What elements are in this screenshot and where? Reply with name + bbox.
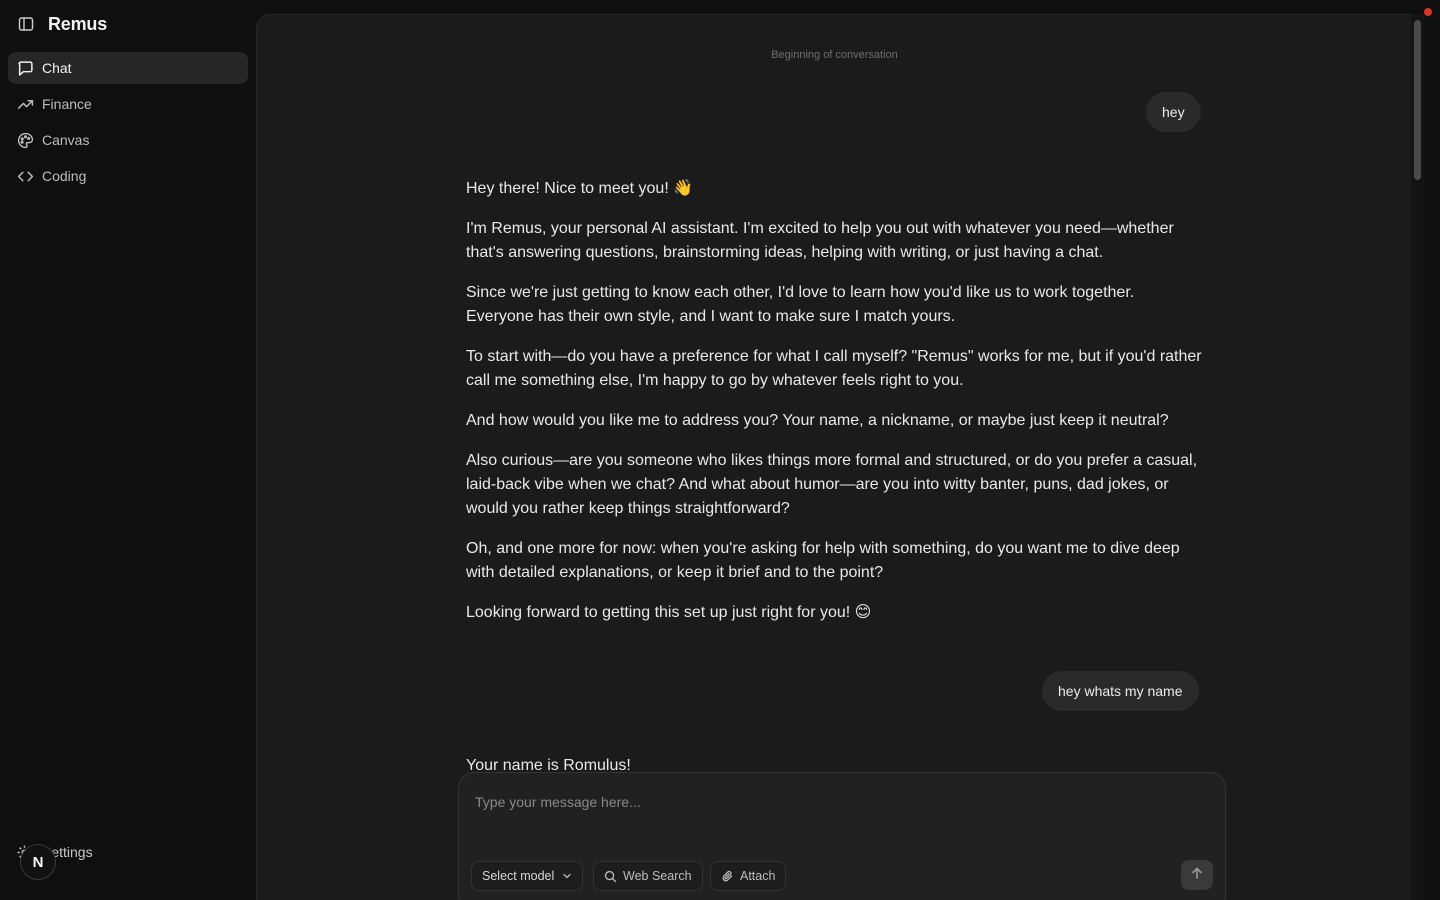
trending-up-icon bbox=[16, 95, 34, 113]
palette-icon bbox=[16, 131, 34, 149]
arrow-up-icon bbox=[1190, 866, 1204, 885]
assistant-paragraph: To start with—do you have a preference f… bbox=[466, 348, 1202, 389]
sidebar-item-canvas[interactable]: Canvas bbox=[8, 124, 248, 156]
message-composer: Select model Web Search Attach bbox=[458, 772, 1226, 900]
sidebar-item-coding[interactable]: Coding bbox=[8, 160, 248, 192]
chat-bubble-icon bbox=[16, 59, 34, 77]
assistant-paragraph: Also curious—are you someone who likes t… bbox=[466, 452, 1198, 517]
assistant-paragraph: Since we're just getting to know each ot… bbox=[466, 284, 1135, 325]
avatar[interactable]: N bbox=[20, 844, 56, 880]
attach-label: Attach bbox=[740, 869, 776, 883]
chevron-down-icon bbox=[562, 871, 572, 881]
model-select[interactable]: Select model bbox=[471, 861, 584, 891]
sidebar-item-label: Canvas bbox=[42, 132, 90, 148]
assistant-paragraph: I'm Remus, your personal AI assistant. I… bbox=[466, 220, 1174, 261]
user-message: hey bbox=[1146, 92, 1201, 132]
assistant-paragraph: Looking forward to getting this set up j… bbox=[466, 604, 872, 621]
assistant-paragraph: Hey there! Nice to meet you! 👋 bbox=[466, 180, 694, 197]
scrollbar-thumb[interactable] bbox=[1414, 20, 1421, 180]
user-message: hey whats my name bbox=[1042, 671, 1199, 711]
sidebar-item-label: Finance bbox=[42, 96, 92, 112]
attach-button[interactable]: Attach bbox=[710, 861, 787, 891]
app-title: Remus bbox=[48, 13, 108, 34]
sidebar: Remus Chat Finance Canvas Coding Setting… bbox=[0, 0, 256, 900]
paperclip-icon bbox=[721, 870, 734, 883]
sidebar-toggle-icon[interactable] bbox=[16, 14, 36, 34]
sidebar-item-finance[interactable]: Finance bbox=[8, 88, 248, 120]
assistant-paragraph: And how would you like me to address you… bbox=[466, 412, 1169, 429]
sidebar-item-label: Coding bbox=[42, 168, 87, 184]
web-search-label: Web Search bbox=[623, 869, 692, 883]
recording-indicator bbox=[1424, 8, 1432, 16]
conversation-start-label: Beginning of conversation bbox=[771, 49, 898, 61]
sidebar-item-chat[interactable]: Chat bbox=[8, 52, 248, 84]
model-select-label: Select model bbox=[482, 869, 555, 883]
send-button[interactable] bbox=[1181, 860, 1213, 890]
sidebar-item-label: Chat bbox=[42, 60, 72, 76]
code-icon bbox=[16, 167, 34, 185]
chat-scrollbar[interactable] bbox=[1411, 14, 1424, 900]
assistant-message: Hey there! Nice to meet you! 👋 I'm Remus… bbox=[466, 177, 1206, 641]
chat-panel: Beginning of conversation hey Hey there!… bbox=[256, 14, 1411, 900]
app-window: Remus Chat Finance Canvas Coding Setting… bbox=[0, 0, 1440, 900]
web-search-button[interactable]: Web Search bbox=[593, 861, 703, 891]
assistant-paragraph: Oh, and one more for now: when you're as… bbox=[466, 540, 1180, 581]
message-input[interactable] bbox=[475, 787, 1175, 817]
brand: Remus bbox=[16, 12, 107, 36]
search-icon bbox=[604, 870, 617, 883]
sidebar-nav: Chat Finance Canvas Coding bbox=[8, 52, 248, 196]
